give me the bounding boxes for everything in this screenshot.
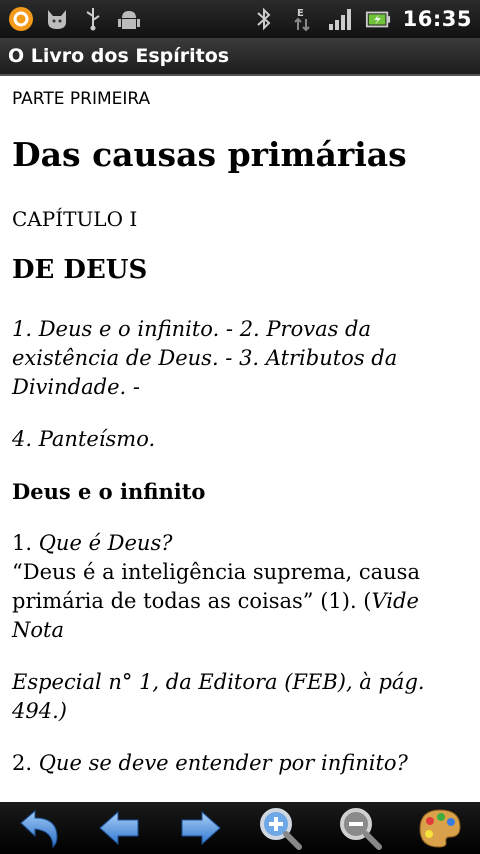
usb-icon	[80, 6, 106, 32]
note-text: Especial n° 1, da Editora (FEB), à pág. …	[12, 670, 425, 723]
data-activity-icon: E	[289, 6, 315, 32]
theme-palette-icon	[419, 809, 461, 848]
question-number: 2.	[12, 751, 39, 775]
question-text: Que se deve entender por infinito?	[38, 751, 408, 775]
previous-page-button[interactable]	[95, 804, 145, 852]
chapter-label: CAPÍTULO I	[12, 207, 138, 231]
app-title: O Livro dos Espíritos	[8, 45, 230, 67]
chapter-title: DE DEUS	[12, 255, 148, 285]
notification-app-icon	[8, 6, 34, 32]
next-page-button[interactable]	[175, 804, 225, 852]
clock: 16:35	[402, 7, 472, 31]
bottom-toolbar	[0, 802, 480, 854]
next-icon	[181, 810, 221, 846]
zoom-out-icon	[340, 808, 382, 850]
back-button[interactable]	[15, 804, 65, 852]
signal-strength-icon	[327, 6, 353, 32]
zoom-in-icon	[260, 808, 302, 850]
question-number: 1.	[12, 531, 39, 555]
battery-charging-icon	[365, 6, 391, 32]
previous-icon	[99, 810, 139, 846]
android-debug-icon	[116, 6, 142, 32]
answer-text: “Deus é a inteligência suprema, causa pr…	[12, 560, 420, 613]
cat-icon	[44, 6, 70, 32]
chapter-summary-continued: 4. Panteísmo.	[12, 427, 156, 451]
network-type-label: E	[297, 8, 304, 19]
app-title-bar: O Livro dos Espíritos	[0, 38, 480, 76]
question-2: 2. Que se deve entender por infinito?	[12, 749, 468, 778]
question-1: 1. Que é Deus? “Deus é a inteligência su…	[12, 529, 468, 645]
chapter-summary: 1. Deus e o infinito. - 2. Provas da exi…	[12, 317, 398, 399]
subsection-heading: Deus e o infinito	[12, 479, 206, 504]
bluetooth-icon	[251, 6, 277, 32]
status-bar: E 16:35	[0, 0, 480, 38]
question-text: Que é Deus?	[38, 531, 173, 555]
part-label: PARTE PRIMEIRA	[12, 89, 151, 109]
zoom-in-button[interactable]	[255, 804, 305, 852]
back-icon	[20, 809, 58, 849]
zoom-out-button[interactable]	[335, 804, 385, 852]
section-title: Das causas primárias	[12, 135, 407, 174]
theme-button[interactable]	[415, 804, 465, 852]
book-content[interactable]: PARTE PRIMEIRA Das causas primárias CAPÍ…	[0, 76, 480, 802]
